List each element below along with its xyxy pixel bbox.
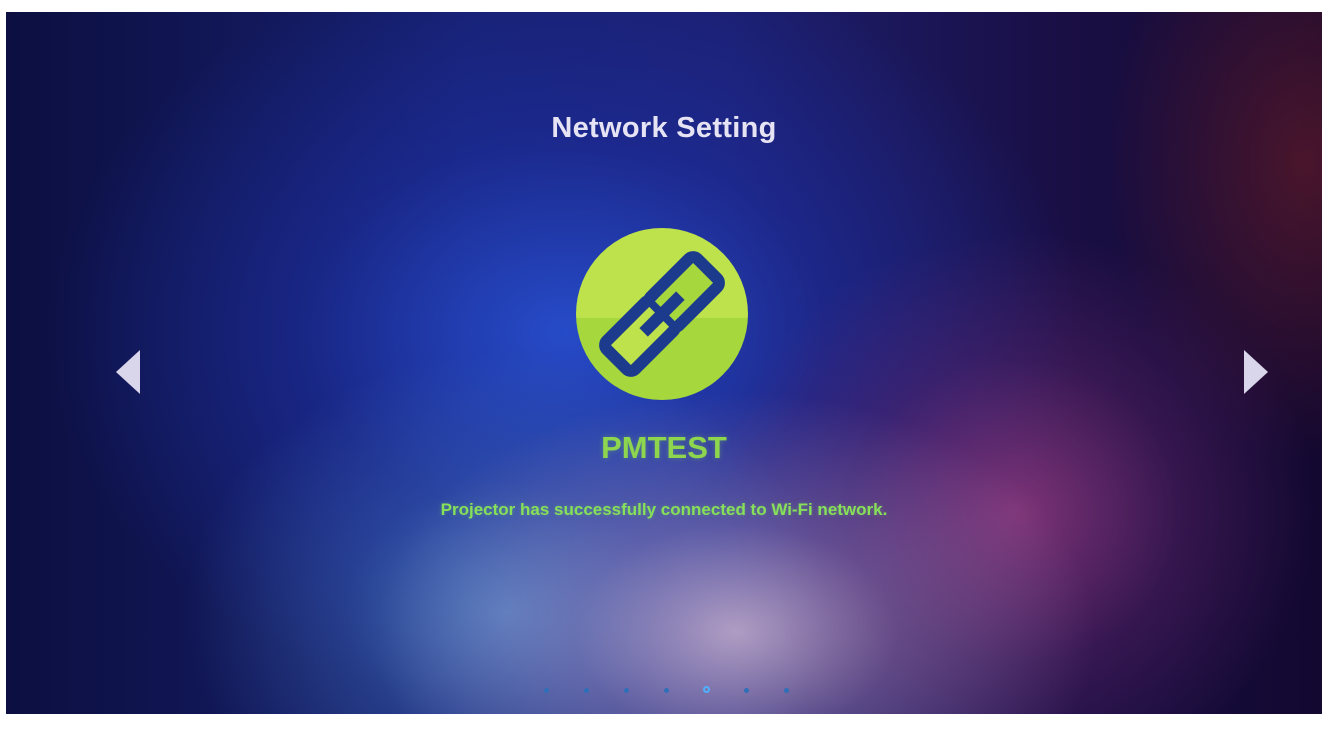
previous-page-button[interactable] xyxy=(114,348,142,396)
next-page-button[interactable] xyxy=(1242,348,1270,396)
triangle-left-icon xyxy=(116,350,140,394)
page-dot[interactable] xyxy=(744,688,749,693)
status-message: Projector has successfully connected to … xyxy=(440,500,888,519)
page-dot[interactable] xyxy=(664,688,669,693)
page-dot[interactable] xyxy=(784,688,789,693)
link-icon xyxy=(576,228,748,400)
page-dot[interactable] xyxy=(544,688,549,693)
setup-screen: Network Setting PMTEST Projector has suc… xyxy=(6,12,1322,714)
page-dot[interactable] xyxy=(584,688,589,693)
page-dot[interactable] xyxy=(624,688,629,693)
network-name: PMTEST xyxy=(601,430,727,465)
triangle-right-icon xyxy=(1244,350,1268,394)
page-dot-active[interactable] xyxy=(703,686,710,693)
page-title: Network Setting xyxy=(551,112,777,144)
pagination-dots xyxy=(538,686,789,696)
